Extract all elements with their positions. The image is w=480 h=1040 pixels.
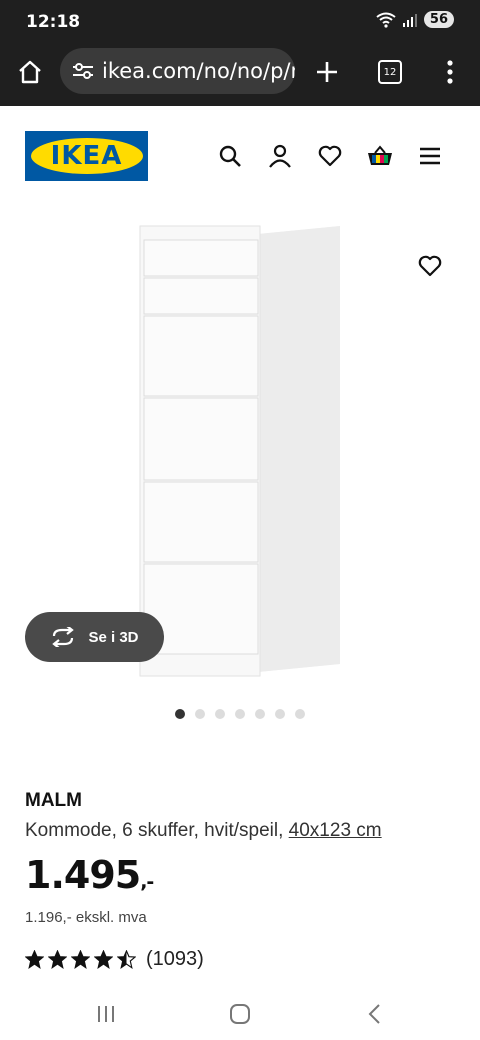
site-header: IKEA bbox=[0, 106, 480, 206]
ikea-logo[interactable]: IKEA bbox=[25, 131, 148, 181]
star-icon bbox=[25, 950, 44, 969]
status-bar: 12:18 56 bbox=[0, 0, 480, 44]
search-icon bbox=[219, 145, 241, 167]
tab-count: 12 bbox=[378, 60, 402, 84]
home-circle-icon bbox=[230, 1004, 250, 1024]
back-button[interactable] bbox=[360, 1000, 388, 1028]
battery-indicator: 56 bbox=[423, 11, 454, 28]
star-icon bbox=[48, 950, 67, 969]
rotate-3d-icon bbox=[52, 627, 75, 647]
plus-icon bbox=[317, 62, 337, 82]
image-carousel-indicator bbox=[0, 709, 480, 719]
carousel-dot[interactable] bbox=[235, 709, 245, 719]
status-icons: 56 bbox=[376, 11, 454, 28]
hamburger-icon bbox=[420, 147, 440, 165]
home-nav-button[interactable] bbox=[226, 1000, 254, 1028]
star-icon bbox=[117, 950, 136, 969]
recent-apps-icon bbox=[98, 1006, 114, 1022]
logo-text: IKEA bbox=[50, 141, 123, 171]
more-vertical-icon bbox=[447, 60, 453, 84]
price-value: 1.495 bbox=[25, 853, 141, 897]
product-name: MALM bbox=[25, 790, 82, 811]
star-icon bbox=[71, 950, 90, 969]
browser-menu-button[interactable] bbox=[432, 54, 468, 90]
status-time: 12:18 bbox=[26, 12, 81, 32]
favourites-button[interactable] bbox=[316, 142, 344, 170]
home-button[interactable] bbox=[12, 54, 48, 90]
tab-switcher-button[interactable]: 12 bbox=[372, 54, 408, 90]
heart-icon bbox=[318, 145, 342, 167]
shopping-bag-icon bbox=[368, 145, 392, 165]
carousel-dot[interactable] bbox=[255, 709, 265, 719]
back-chevron-icon bbox=[368, 1004, 380, 1024]
product-rating[interactable]: (1093) bbox=[25, 948, 204, 971]
system-navigation-bar bbox=[0, 986, 480, 1040]
signal-icon bbox=[402, 13, 417, 27]
price-ex-vat: 1.196,- ekskl. mva bbox=[25, 909, 147, 926]
price-suffix: ,- bbox=[140, 871, 154, 893]
site-settings-icon[interactable] bbox=[72, 62, 94, 80]
carousel-dot[interactable] bbox=[275, 709, 285, 719]
product-description: Kommode, 6 skuffer, hvit/speil, 40x123 c… bbox=[25, 820, 382, 842]
save-to-favourites-button[interactable] bbox=[414, 250, 446, 282]
product-description-text: Kommode, 6 skuffer, hvit/speil, bbox=[25, 820, 289, 841]
carousel-dot[interactable] bbox=[295, 709, 305, 719]
view-in-3d-label: Se i 3D bbox=[88, 628, 139, 646]
cart-button[interactable] bbox=[366, 142, 394, 170]
search-button[interactable] bbox=[216, 142, 244, 170]
new-tab-button[interactable] bbox=[309, 54, 345, 90]
browser-toolbar: ikea.com/no/no/p/m 12 bbox=[0, 44, 480, 106]
url-text: ikea.com/no/no/p/m bbox=[102, 59, 295, 83]
rating-stars bbox=[25, 950, 136, 969]
recent-apps-button[interactable] bbox=[92, 1000, 120, 1028]
logo-oval: IKEA bbox=[30, 138, 143, 174]
carousel-dot[interactable] bbox=[195, 709, 205, 719]
star-icon bbox=[94, 950, 113, 969]
wifi-icon bbox=[376, 12, 396, 28]
account-button[interactable] bbox=[266, 142, 294, 170]
product-price: 1.495,- bbox=[25, 853, 154, 897]
user-icon bbox=[269, 144, 291, 168]
address-bar[interactable]: ikea.com/no/no/p/m bbox=[60, 48, 295, 94]
menu-button[interactable] bbox=[416, 142, 444, 170]
rating-count: (1093) bbox=[146, 948, 204, 970]
carousel-dot[interactable] bbox=[215, 709, 225, 719]
heart-icon bbox=[418, 255, 442, 277]
carousel-dot[interactable] bbox=[175, 709, 185, 719]
view-in-3d-button[interactable]: Se i 3D bbox=[25, 612, 164, 662]
home-icon bbox=[19, 60, 41, 84]
size-link[interactable]: 40x123 cm bbox=[289, 820, 382, 841]
